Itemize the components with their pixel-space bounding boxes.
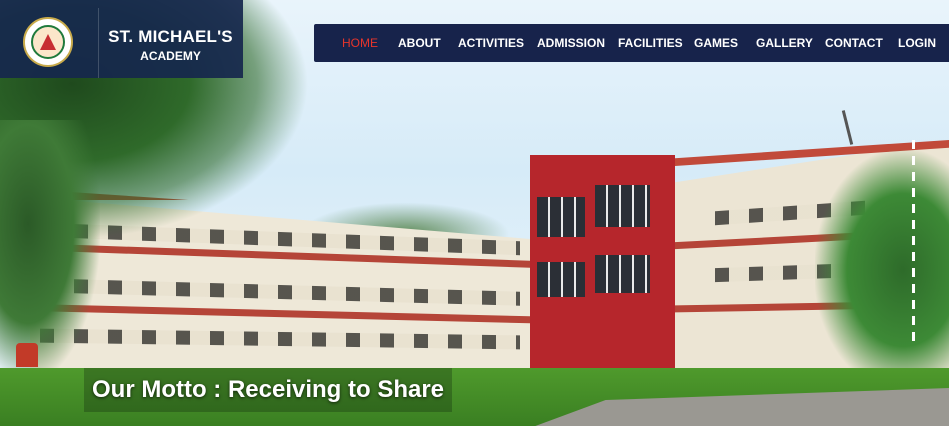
school-crest-icon[interactable] <box>23 17 73 67</box>
nav-home[interactable]: HOME <box>342 24 378 62</box>
nav-facilities[interactable]: FACILITIES <box>618 24 683 62</box>
nav-contact[interactable]: CONTACT <box>825 24 883 62</box>
scroll-indicator <box>912 140 915 345</box>
crest-emblem <box>40 34 56 50</box>
nav-about[interactable]: ABOUT <box>398 24 441 62</box>
nav-gallery[interactable]: GALLERY <box>756 24 813 62</box>
hero-motto: Our Motto : Receiving to Share <box>84 368 453 412</box>
building-window <box>595 255 650 293</box>
tree-foliage <box>815 150 949 390</box>
crest-inner <box>31 25 65 59</box>
brand-name: ST. MICHAEL'S <box>108 27 233 46</box>
red-post <box>16 343 38 367</box>
building-window <box>595 185 650 227</box>
building-window <box>537 197 585 237</box>
nav-admission[interactable]: ADMISSION <box>537 24 605 62</box>
main-nav: HOME ABOUT ACTIVITIES ADMISSION FACILITI… <box>314 24 949 62</box>
site-brand[interactable]: ST. MICHAEL'S ACADEMY <box>0 0 243 78</box>
building-window <box>537 262 585 297</box>
nav-activities[interactable]: ACTIVITIES <box>458 24 524 62</box>
nav-login[interactable]: LOGIN <box>898 24 936 62</box>
tree-foliage <box>0 120 100 380</box>
brand-subtitle: ACADEMY <box>140 49 201 63</box>
nav-games[interactable]: GAMES <box>694 24 738 62</box>
